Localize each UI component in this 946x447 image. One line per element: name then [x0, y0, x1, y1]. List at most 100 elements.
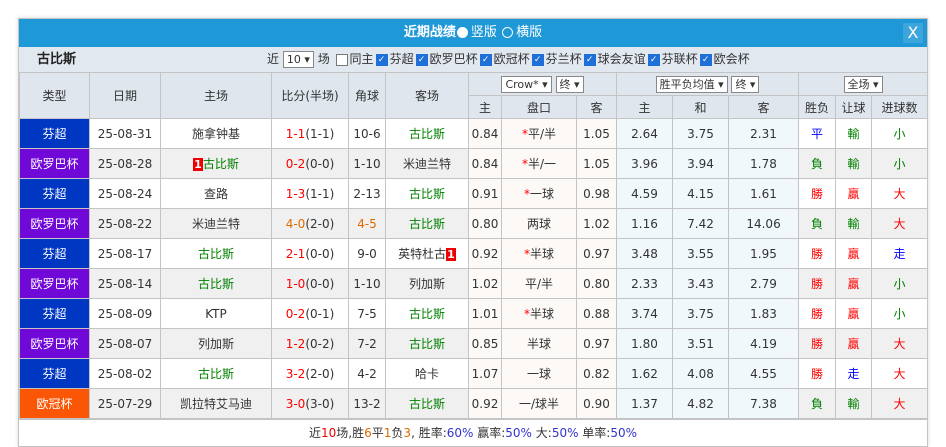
team-name[interactable]: 古比斯: [409, 217, 445, 231]
asian-away-odds: 1.05: [575, 148, 618, 179]
league-checkbox[interactable]: ✓: [375, 53, 388, 66]
team-name[interactable]: 古比斯: [409, 337, 445, 351]
team-name[interactable]: 古比斯: [203, 157, 239, 171]
home-team[interactable]: 施拿钟基: [160, 118, 272, 149]
asian-final-select[interactable]: 终 ▾: [555, 75, 584, 93]
asian-away-odds: 0.98: [575, 178, 618, 209]
competition-type[interactable]: 芬超: [19, 178, 90, 209]
score[interactable]: 2-1(0-0): [271, 238, 349, 269]
away-team[interactable]: 古比斯: [385, 328, 469, 359]
team-name[interactable]: 查路: [204, 187, 228, 201]
company-select[interactable]: Crow* ▾: [501, 75, 552, 93]
corner-score: 9-0: [348, 238, 386, 269]
away-team[interactable]: 古比斯: [385, 208, 469, 239]
away-team[interactable]: 米迪兰特: [385, 148, 469, 179]
horizontal-radio[interactable]: [502, 27, 514, 38]
team-name[interactable]: 列加斯: [198, 337, 234, 351]
league-checkbox[interactable]: ✓: [583, 53, 596, 66]
home-team[interactable]: 古比斯: [160, 238, 272, 269]
line-text: 半球: [529, 307, 554, 321]
horizontal-label[interactable]: 横版: [516, 25, 542, 40]
competition-type[interactable]: 芬超: [19, 118, 90, 149]
home-team[interactable]: 凯拉特艾马迪: [160, 388, 272, 419]
score[interactable]: 0-2(0-1): [271, 298, 349, 329]
team-name[interactable]: 英特杜古: [398, 247, 446, 261]
col-euro-draw: 和: [672, 95, 730, 119]
score[interactable]: 0-2(0-0): [271, 148, 349, 179]
competition-type[interactable]: 欧罗巴杯: [19, 148, 90, 179]
asian-line: *平/半: [501, 118, 577, 149]
corner-score: 1-10: [348, 148, 386, 179]
team-name[interactable]: 古比斯: [409, 187, 445, 201]
team-name[interactable]: KTP: [205, 307, 227, 321]
league-checkbox[interactable]: ✓: [415, 53, 428, 66]
team-name[interactable]: 古比斯: [409, 127, 445, 141]
away-team[interactable]: 古比斯: [385, 118, 469, 149]
full-score: 2-1: [285, 246, 306, 261]
team-name[interactable]: 哈卡: [415, 367, 439, 381]
team-name[interactable]: 施拿钟基: [192, 127, 240, 141]
away-team[interactable]: 哈卡: [385, 358, 469, 389]
home-team[interactable]: KTP: [160, 298, 272, 329]
score[interactable]: 1-3(1-1): [271, 178, 349, 209]
team-name[interactable]: 古比斯: [198, 367, 234, 381]
competition-type[interactable]: 芬超: [19, 298, 90, 329]
score[interactable]: 3-2(2-0): [271, 358, 349, 389]
team-name[interactable]: 古比斯: [409, 397, 445, 411]
league-checkbox[interactable]: ✓: [647, 53, 660, 66]
away-team[interactable]: 古比斯: [385, 298, 469, 329]
euro-draw-odds: 3.94: [672, 148, 730, 179]
team-name[interactable]: 凯拉特艾马迪: [180, 397, 252, 411]
score[interactable]: 4-0(2-0): [271, 208, 349, 239]
competition-type[interactable]: 欧冠杯: [19, 388, 90, 419]
home-team[interactable]: 古比斯: [160, 358, 272, 389]
footer-text: 负: [391, 426, 404, 440]
competition-type[interactable]: 芬超: [19, 238, 90, 269]
euro-draw-odds: 3.55: [672, 238, 730, 269]
corner-score: 7-2: [348, 328, 386, 359]
close-button[interactable]: X: [903, 23, 923, 43]
team-name[interactable]: 古比斯: [198, 277, 234, 291]
euro-type-select[interactable]: 胜平负均值 ▾: [655, 75, 728, 93]
team-name[interactable]: 米迪兰特: [403, 157, 451, 171]
score[interactable]: 1-0(0-0): [271, 268, 349, 299]
vertical-radio[interactable]: [456, 27, 468, 38]
home-team[interactable]: 列加斯: [160, 328, 272, 359]
team-name[interactable]: 古比斯: [409, 307, 445, 321]
league-checkbox[interactable]: ✓: [479, 53, 492, 66]
home-team[interactable]: 米迪兰特: [160, 208, 272, 239]
competition-type[interactable]: 欧罗巴杯: [19, 208, 90, 239]
league-checkbox[interactable]: ✓: [699, 53, 712, 66]
competition-type[interactable]: 欧罗巴杯: [19, 268, 90, 299]
match-count-select[interactable]: 10 ▾: [282, 51, 314, 68]
competition-type[interactable]: 芬超: [19, 358, 90, 389]
home-team[interactable]: 1古比斯: [160, 148, 272, 179]
euro-home-odds: 2.33: [616, 268, 674, 299]
euro-final-select[interactable]: 终 ▾: [731, 75, 760, 93]
score[interactable]: 3-0(3-0): [271, 388, 349, 419]
team-name[interactable]: 古比斯: [198, 247, 234, 261]
result-handicap: 贏: [835, 268, 873, 299]
same-home-checkbox[interactable]: [335, 53, 348, 66]
asian-line: *一球: [501, 178, 577, 209]
away-team[interactable]: 英特杜古1: [385, 238, 469, 269]
away-team[interactable]: 古比斯: [385, 388, 469, 419]
score[interactable]: 1-1(1-1): [271, 118, 349, 149]
league-checkbox[interactable]: ✓: [531, 53, 544, 66]
away-team[interactable]: 列加斯: [385, 268, 469, 299]
home-team[interactable]: 查路: [160, 178, 272, 209]
euro-away-odds: 1.78: [728, 148, 800, 179]
league-label: 欧冠杯: [493, 52, 530, 66]
full-score: 1-0: [285, 276, 306, 291]
scope-select[interactable]: 全场 ▾: [843, 75, 883, 93]
vertical-label[interactable]: 竖版: [471, 25, 497, 40]
away-team[interactable]: 古比斯: [385, 178, 469, 209]
score[interactable]: 1-2(0-2): [271, 328, 349, 359]
result-wl: 負: [798, 208, 837, 239]
team-name[interactable]: 列加斯: [409, 277, 445, 291]
euro-away-odds: 2.31: [728, 118, 800, 149]
team-name[interactable]: 米迪兰特: [192, 217, 240, 231]
competition-type[interactable]: 欧罗巴杯: [19, 328, 90, 359]
home-team[interactable]: 古比斯: [160, 268, 272, 299]
league-label: 芬超: [389, 52, 414, 66]
